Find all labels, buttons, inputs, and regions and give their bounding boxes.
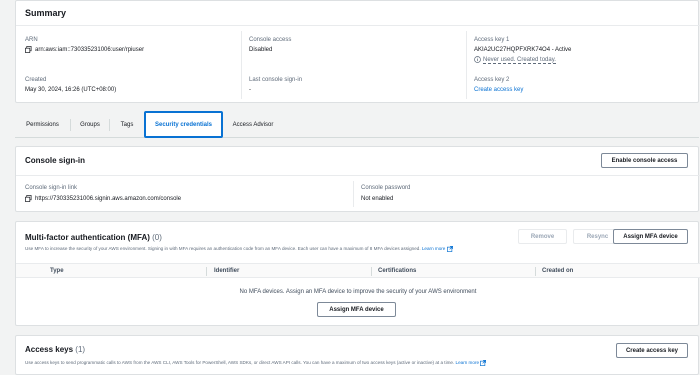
- arn-label: ARN: [25, 37, 38, 43]
- mfa-col-certifications[interactable]: Certifications: [378, 268, 416, 274]
- enable-console-access-button[interactable]: Enable console access: [601, 153, 688, 168]
- summary-title: Summary: [25, 8, 67, 18]
- mfa-title: Multi-factor authentication (MFA): [25, 233, 150, 242]
- access-keys-count: (1): [75, 345, 86, 354]
- last-signin-value: -: [249, 87, 251, 93]
- mfa-col-identifier[interactable]: Identifier: [214, 268, 239, 274]
- created-label: Created: [25, 77, 47, 83]
- col-divider: [206, 267, 207, 276]
- copy-icon[interactable]: [25, 46, 32, 53]
- tab-access-advisor-label: Access Advisor: [232, 122, 274, 128]
- mfa-learn-more-link[interactable]: Learn more: [422, 246, 446, 251]
- external-link-icon: [446, 246, 453, 252]
- tab-security-credentials[interactable]: Security credentials: [144, 111, 223, 138]
- console-signin-title: Console sign-in: [25, 156, 85, 165]
- tab-groups-label: Groups: [80, 122, 100, 128]
- summary-panel: Summary ARN arn:aws:iam::730335231006:us…: [15, 0, 700, 103]
- console-access-value: Disabled: [249, 47, 273, 53]
- mfa-col-type[interactable]: Type: [50, 268, 64, 274]
- mfa-count: (0): [152, 233, 162, 242]
- copy-icon[interactable]: [25, 195, 32, 202]
- arn-value: arn:aws:iam::730335231006:user/rpiuser: [35, 47, 145, 53]
- mfa-panel: Multi-factor authentication (MFA) (0) Us…: [15, 221, 700, 326]
- console-password-label: Console password: [361, 185, 411, 191]
- mfa-remove-button[interactable]: Remove: [518, 229, 567, 244]
- console-access-label: Console access: [249, 37, 292, 43]
- summary-col-divider-2: [466, 31, 467, 99]
- console-col-divider: [353, 181, 354, 207]
- console-link-label: Console sign-in link: [25, 185, 78, 191]
- console-link-value: https://730335231006.signin.aws.amazon.c…: [35, 196, 182, 202]
- access-keys-learn-more-link[interactable]: Learn more: [456, 360, 480, 365]
- access-key1-note: Never used. Created today.: [483, 57, 556, 64]
- access-keys-panel: Access keys (1) Use access keys to send …: [15, 335, 699, 375]
- tab-security-credentials-label: Security credentials: [154, 121, 213, 128]
- mfa-description-row: Use MFA to increase the security of your…: [25, 246, 453, 252]
- console-password-value: Not enabled: [361, 196, 394, 202]
- external-link-icon: [480, 360, 487, 366]
- tab-access-advisor[interactable]: Access Advisor: [223, 113, 283, 137]
- access-keys-title: Access keys: [25, 345, 74, 354]
- tab-tags-label: Tags: [120, 122, 134, 128]
- tab-permissions[interactable]: Permissions: [15, 113, 70, 137]
- tabs-bar: Permissions Groups Tags Security credent…: [15, 111, 699, 138]
- mfa-empty-text: No MFA devices. Assign an MFA device to …: [239, 289, 477, 295]
- assign-mfa-device-button[interactable]: Assign MFA device: [613, 229, 688, 244]
- tab-tags[interactable]: Tags: [110, 113, 144, 137]
- access-key1-label: Access key 1: [474, 37, 510, 43]
- tab-groups[interactable]: Groups: [71, 113, 109, 137]
- access-key2-label: Access key 2: [474, 77, 510, 83]
- mfa-description: Use MFA to increase the security of your…: [25, 246, 421, 252]
- mfa-heading: Multi-factor authentication (MFA) (0): [25, 233, 162, 242]
- last-signin-label: Last console sign-in: [249, 77, 303, 83]
- tab-permissions-label: Permissions: [26, 122, 59, 128]
- summary-col-divider-1: [241, 31, 242, 99]
- summary-divider: [16, 25, 700, 26]
- create-access-key-link[interactable]: Create access key: [474, 87, 523, 93]
- info-circle-icon: [474, 56, 481, 63]
- access-key1-value: AKIA2UC27HQPFXRK74O4 - Active: [474, 47, 572, 53]
- col-divider: [535, 267, 536, 276]
- console-signin-divider: [16, 175, 700, 176]
- access-keys-description-row: Use access keys to send programmatic cal…: [25, 360, 487, 366]
- access-keys-heading: Access keys (1): [25, 345, 85, 354]
- created-value: May 30, 2024, 16:26 (UTC+08:00): [25, 87, 117, 93]
- mfa-empty-assign-button[interactable]: Assign MFA device: [317, 302, 396, 317]
- mfa-table-header: Type Identifier Certifications Created o…: [16, 263, 700, 278]
- create-access-key-button[interactable]: Create access key: [616, 343, 688, 358]
- col-divider: [371, 267, 372, 276]
- console-signin-panel: Console sign-in Enable console access Co…: [15, 146, 700, 212]
- access-keys-description: Use access keys to send programmatic cal…: [25, 360, 455, 366]
- mfa-col-created-on[interactable]: Created on: [542, 268, 573, 274]
